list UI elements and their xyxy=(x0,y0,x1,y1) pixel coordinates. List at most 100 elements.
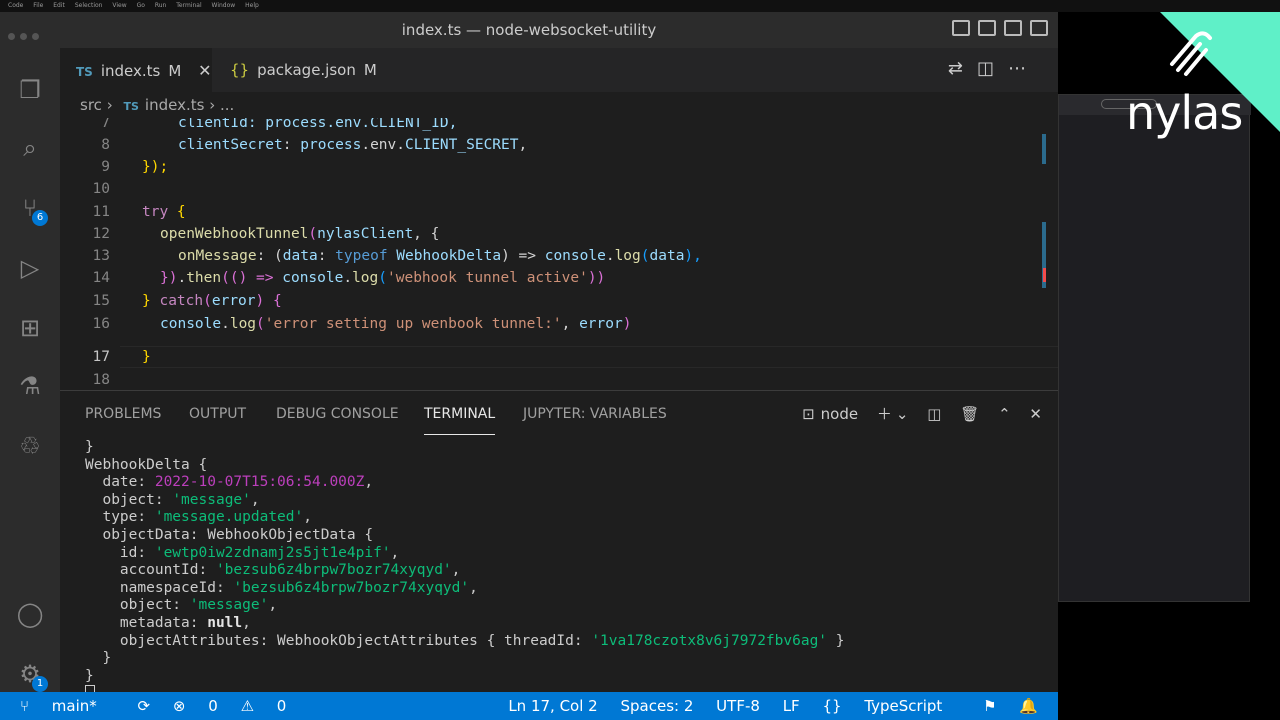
code-line: 16 console.log('error setting up wenbook … xyxy=(60,313,1050,335)
line-number: 17 xyxy=(92,349,110,365)
branch-name: main* xyxy=(51,697,97,715)
chevron-down-icon[interactable]: ⌄ xyxy=(896,405,909,423)
close-tab-icon[interactable]: ✕ xyxy=(198,61,211,80)
terminal-icon: ⊡ xyxy=(802,405,815,423)
background-window[interactable] xyxy=(1058,94,1251,602)
git-branch-icon: ⑂ xyxy=(20,697,34,715)
menubar-item[interactable]: File xyxy=(33,2,43,9)
code-line: 9}); xyxy=(60,156,1050,178)
menubar-item[interactable]: Run xyxy=(155,2,167,9)
encoding[interactable]: UTF-8 xyxy=(716,697,760,715)
terminal-line: date: 2022-10-07T15:06:54.000Z, xyxy=(85,474,374,491)
code-line: 11 try { xyxy=(60,201,1050,223)
tab-output[interactable]: OUTPUT xyxy=(189,391,246,435)
status-left: ⑂ main* ⟳ ⊗ 0 ⚠ 0 xyxy=(20,692,322,720)
problems-indicator[interactable]: ⊗ 0 ⚠ 0 xyxy=(173,697,304,715)
end-of-line[interactable]: LF xyxy=(783,697,800,715)
code-line: 15 } catch(error) { xyxy=(60,290,1050,312)
code-line: 7 clientId: process.env.CLIENT_ID, xyxy=(60,118,1050,134)
code-line: 8 clientSecret: process.env.CLIENT_SECRET… xyxy=(60,134,1050,156)
explorer-icon[interactable]: ❐ xyxy=(14,74,46,106)
menubar-item[interactable]: Help xyxy=(245,2,259,9)
menubar-item[interactable]: Terminal xyxy=(176,2,201,9)
terminal-line: id: 'ewtp0iw2zdnamj2s5jt1e4pif', xyxy=(85,544,400,561)
code-text: } catch(error) { xyxy=(142,293,282,309)
window-title: index.ts — node-websocket-utility xyxy=(401,21,657,39)
run-debug-icon[interactable]: ▷ xyxy=(14,252,46,284)
tab-terminal[interactable]: TERMINAL xyxy=(424,391,496,435)
remote-explorer-icon[interactable]: ♲ xyxy=(14,430,46,462)
sync-icon[interactable]: ⟳ xyxy=(138,697,151,715)
customize-layout-icon[interactable] xyxy=(1030,20,1048,36)
breadcrumb-folder[interactable]: src xyxy=(80,96,102,114)
line-number: 18 xyxy=(92,372,110,388)
terminal-line: object: 'message', xyxy=(85,597,278,614)
testing-icon[interactable]: ⚗ xyxy=(14,370,46,402)
code-text: }).then(() => console.log('webhook tunne… xyxy=(160,270,606,286)
tab-jupyter-variables[interactable]: JUPYTER: VARIABLES xyxy=(523,391,667,435)
terminal-line: } xyxy=(85,650,112,667)
bell-icon[interactable]: 🔔 xyxy=(1019,697,1038,715)
line-number: 10 xyxy=(92,181,110,197)
line-number: 7 xyxy=(101,118,110,131)
code-line: 14}).then(() => console.log('webhook tun… xyxy=(60,267,1050,289)
menubar-item[interactable]: Go xyxy=(137,2,145,9)
accounts-icon[interactable]: ◯ xyxy=(14,598,46,630)
status-bar: ⑂ main* ⟳ ⊗ 0 ⚠ 0 Ln 17, Col 2 Spaces: 2… xyxy=(0,692,1058,720)
terminal-line: accountId: 'bezsub6z4brpw7bozr74xyqyd', xyxy=(85,562,461,579)
scm-badge: 6 xyxy=(32,210,48,226)
tab-problems[interactable]: PROBLEMS xyxy=(85,391,161,435)
cursor-position[interactable]: Ln 17, Col 2 xyxy=(508,697,597,715)
tab-label: index.ts xyxy=(100,62,161,80)
menubar-item[interactable]: Edit xyxy=(53,2,65,9)
chevron-right-icon: › xyxy=(106,96,118,114)
terminal-output[interactable]: } WebhookDelta { date: 2022-10-07T15:06:… xyxy=(85,439,1045,703)
code-editor[interactable]: 7 clientId: process.env.CLIENT_ID, 8 clien… xyxy=(60,118,1058,390)
split-editor-icon[interactable]: ◫ xyxy=(977,58,1008,79)
language-label: TypeScript xyxy=(864,697,943,715)
trash-icon[interactable]: 🗑 xyxy=(960,405,979,423)
toggle-secondary-sidebar-icon[interactable] xyxy=(1004,20,1022,36)
toggle-panel-icon[interactable] xyxy=(978,20,996,36)
editor-actions: ⇄◫⋯ xyxy=(948,58,1040,79)
new-terminal-icon[interactable]: ＋ xyxy=(877,405,892,423)
code-line: 18 xyxy=(60,369,1050,390)
toggle-sidebar-icon[interactable] xyxy=(952,20,970,36)
more-actions-icon[interactable]: ⋯ xyxy=(1008,58,1040,79)
terminal-line: objectData: WebhookObjectData { xyxy=(85,526,374,543)
menubar-item[interactable]: Selection xyxy=(75,2,103,9)
typescript-icon: TS xyxy=(123,100,139,113)
tab-package-json[interactable]: {} package.json M xyxy=(214,48,384,92)
line-number: 15 xyxy=(92,293,110,309)
menubar-item[interactable]: Window xyxy=(212,2,236,9)
feedback-icon[interactable]: ⚑ xyxy=(983,697,996,715)
search-icon[interactable]: ⌕ xyxy=(14,132,46,164)
modified-indicator: M xyxy=(363,61,377,79)
indentation[interactable]: Spaces: 2 xyxy=(621,697,694,715)
language-mode[interactable]: {} TypeScript xyxy=(822,697,960,715)
maximize-panel-icon[interactable]: ⌃ xyxy=(998,405,1011,423)
panel-actions: ⊡ node ＋ ⌄ ◫ 🗑 ⌃ ✕ xyxy=(788,403,1042,424)
scrollbar-marker xyxy=(1042,134,1046,164)
breadcrumb-file[interactable]: index.ts xyxy=(145,96,205,114)
braces-icon: {} xyxy=(822,697,847,715)
vscode-window: index.ts — node-websocket-utility ❐ ⌕ ⑂ … xyxy=(0,12,1058,720)
branch-indicator[interactable]: ⑂ main* xyxy=(20,697,115,715)
code-line: 12 openWebhookTunnel(nylasClient, { xyxy=(60,223,1050,245)
close-panel-icon[interactable]: ✕ xyxy=(1029,405,1042,423)
menubar-item[interactable]: Code xyxy=(8,2,23,9)
tab-debug-console[interactable]: DEBUG CONSOLE xyxy=(276,391,399,435)
breadcrumb-symbols[interactable]: ... xyxy=(220,96,234,114)
line-number: 12 xyxy=(92,226,110,242)
split-terminal-icon[interactable]: ◫ xyxy=(927,405,941,423)
code-text: try { xyxy=(142,204,186,220)
tab-index-ts[interactable]: TS index.ts M ✕ xyxy=(60,48,212,92)
terminal-shell-label[interactable]: node xyxy=(821,405,858,423)
extensions-icon[interactable]: ⊞ xyxy=(14,312,46,344)
modified-indicator: M xyxy=(168,62,182,80)
menubar-item[interactable]: View xyxy=(112,2,126,9)
compare-changes-icon[interactable]: ⇄ xyxy=(948,58,977,79)
line-number: 9 xyxy=(101,159,110,175)
terminal-line: metadata: null, xyxy=(85,614,251,631)
title-bar: index.ts — node-websocket-utility xyxy=(0,12,1058,48)
